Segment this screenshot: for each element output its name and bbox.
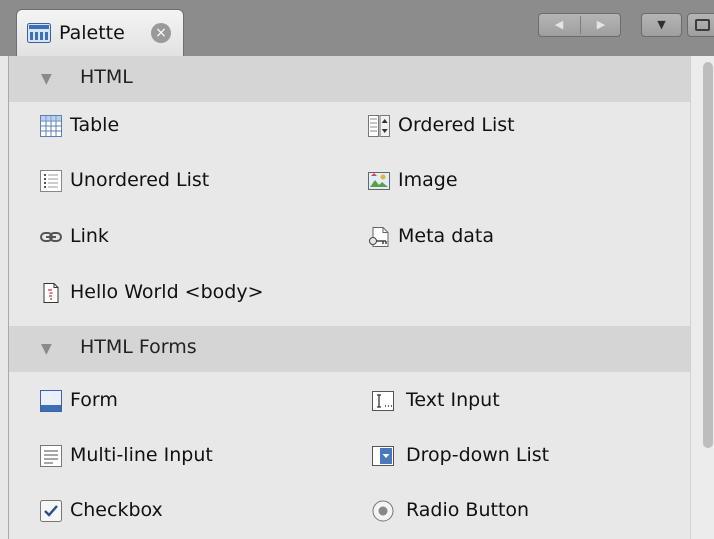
palette-item-label: Hello World <body> [70, 281, 264, 303]
link-icon [40, 232, 62, 242]
palette-item-label: Ordered List [398, 114, 515, 136]
palette-item-label: Link [70, 225, 109, 247]
scroll-left-button[interactable]: ◀ [539, 14, 579, 36]
text-input-icon [372, 391, 394, 411]
palette-item-label: Drop-down List [406, 444, 550, 466]
palette-item-label: Image [398, 169, 458, 191]
palette-icon [27, 23, 51, 43]
document-icon [43, 283, 59, 303]
category-html-forms[interactable]: ▼ HTML Forms [9, 326, 690, 372]
tab-list-dropdown-button[interactable]: ▼ [642, 14, 681, 36]
scrollbar-thumb[interactable] [703, 62, 713, 448]
maximize-button[interactable] [687, 13, 714, 37]
maximize-icon [695, 19, 710, 31]
scroll-right-button[interactable]: ▶ [581, 14, 621, 36]
radio-button-icon [372, 500, 394, 522]
palette-item-label: Checkbox [70, 499, 163, 521]
panel-border [8, 56, 9, 539]
ordered-list-icon [368, 115, 390, 137]
image-icon [368, 172, 390, 190]
palette-item-label: Form [70, 389, 118, 411]
close-icon[interactable]: × [151, 23, 171, 43]
unordered-list-icon [40, 170, 62, 192]
palette-tab[interactable]: Palette × [16, 9, 184, 56]
collapse-arrow-icon: ▼ [41, 341, 52, 357]
tab-navigation: ◀ ▶ [538, 13, 621, 37]
palette-tab-title: Palette [59, 22, 125, 44]
palette-item-label: Multi-line Input [70, 444, 213, 466]
drop-down-list-icon [372, 446, 394, 466]
checkbox-icon [40, 500, 62, 522]
form-icon [40, 390, 62, 412]
tab-menu-group: ▼ [641, 13, 682, 37]
table-icon [40, 115, 62, 137]
palette-content: ▼ HTML Table Ordered List Unordered List [0, 56, 714, 539]
palette-tab-bar: Palette × ◀ ▶ ▼ [0, 0, 714, 56]
palette-item-label: Meta data [398, 225, 495, 247]
palette-item-label: Radio Button [406, 499, 530, 521]
palette-item-label: Table [70, 114, 120, 136]
category-label: HTML [80, 66, 133, 88]
category-html[interactable]: ▼ HTML [9, 56, 690, 102]
collapse-arrow-icon: ▼ [41, 71, 52, 87]
multi-line-input-icon [40, 445, 62, 467]
palette-item-label: Unordered List [70, 169, 210, 191]
meta-data-icon [369, 227, 389, 247]
palette-item-label: Text Input [406, 389, 500, 411]
category-label: HTML Forms [80, 336, 197, 358]
